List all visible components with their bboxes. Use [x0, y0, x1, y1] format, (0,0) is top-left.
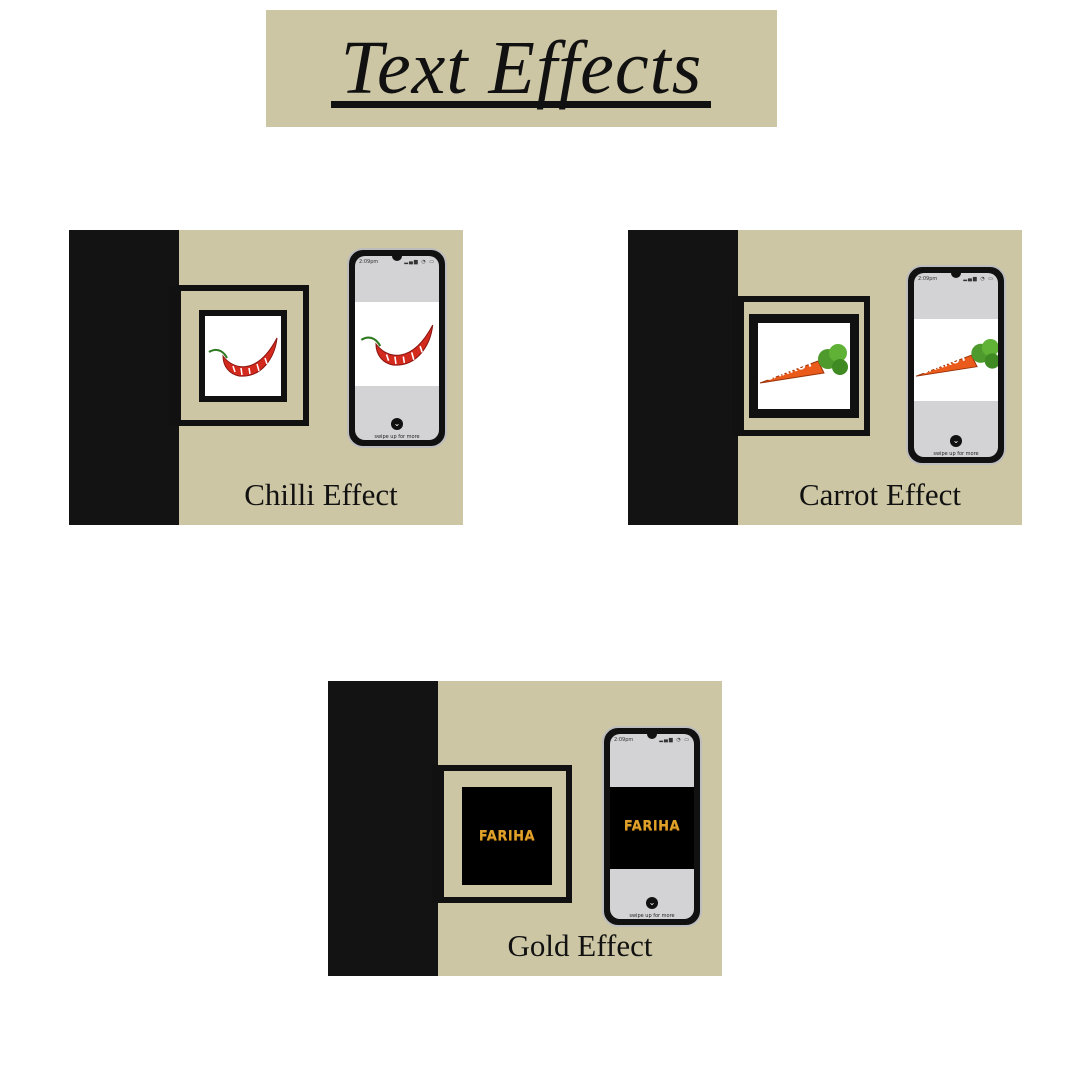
phone-screen: 2:09pm ▂▄▆ ◔ ▭ CARROT ⌄ swipe up for mor…: [914, 273, 998, 457]
artwork-canvas: FARIHA: [462, 787, 552, 885]
swipe-up-label: swipe up for more: [374, 434, 420, 440]
carrot-text: CARROT: [763, 356, 815, 384]
artwork-canvas: [199, 310, 287, 402]
phone-media: CARROT: [914, 319, 998, 401]
card-caption: Carrot Effect: [798, 477, 962, 512]
phone-mockup: 2:09pm ▂▄▆ ◔ ▭ CARROT ⌄ swipe up for mor…: [908, 267, 1004, 463]
carrot-effect-card[interactable]: CARROT 2:09pm ▂▄▆ ◔ ▭ CARROT ⌄ swipe up …: [628, 230, 1022, 525]
status-bar: 2:09pm ▂▄▆ ◔ ▭: [918, 275, 994, 283]
gold-text: FARIHA: [623, 819, 681, 834]
phone-media: [355, 302, 439, 386]
status-bar: 2:09pm ▂▄▆ ◔ ▭: [614, 736, 690, 744]
card-spine: [628, 230, 738, 525]
phone-media: FARIHA: [610, 787, 694, 869]
chevron-down-icon[interactable]: ⌄: [950, 435, 962, 447]
artwork-frame: FARIHA: [438, 765, 572, 903]
swipe-up-label: swipe up for more: [933, 451, 979, 457]
chilli-pepper-icon: [208, 337, 278, 377]
title-underline: [331, 101, 711, 108]
title-banner: Text Effects: [266, 10, 777, 127]
chilli-pepper-icon: [360, 324, 434, 366]
gold-text: FARIHA: [478, 829, 536, 844]
swipe-up-label: swipe up for more: [629, 913, 675, 919]
artwork-frame: CARROT: [738, 296, 870, 436]
status-time: 2:09pm: [918, 276, 938, 282]
carrot-icon: CARROT: [759, 344, 848, 384]
status-time: 2:09pm: [614, 737, 634, 743]
status-time: 2:09pm: [359, 259, 379, 265]
chevron-down-icon[interactable]: ⌄: [646, 897, 658, 909]
card-spine: [69, 230, 179, 525]
phone-mockup: 2:09pm ▂▄▆ ◔ ▭ FARIHA ⌄ swipe up for mor…: [604, 728, 700, 925]
card-caption: Chilli Effect: [244, 477, 398, 512]
card-caption: Gold Effect: [507, 928, 653, 963]
card-spine: [328, 681, 438, 976]
page-title: Text Effects: [340, 26, 703, 110]
artwork-canvas: CARROT: [749, 314, 859, 418]
status-icons: ▂▄▆ ◔ ▭: [404, 259, 435, 265]
carrot-text: CARROT: [919, 351, 969, 377]
status-icons: ▂▄▆ ◔ ▭: [659, 737, 690, 743]
gold-effect-card[interactable]: FARIHA 2:09pm ▂▄▆ ◔ ▭ FARIHA ⌄ swipe up …: [328, 681, 722, 976]
artwork-frame: [175, 285, 309, 426]
phone-screen: 2:09pm ▂▄▆ ◔ ▭ FARIHA ⌄ swipe up for mor…: [610, 734, 694, 919]
carrot-icon: CARROT: [915, 339, 998, 377]
chilli-effect-card[interactable]: 2:09pm ▂▄▆ ◔ ▭ ⌄ swipe up for more Chill…: [69, 230, 463, 525]
phone-mockup: 2:09pm ▂▄▆ ◔ ▭ ⌄ swipe up for more: [349, 250, 445, 446]
status-bar: 2:09pm ▂▄▆ ◔ ▭: [359, 258, 435, 266]
chevron-down-icon[interactable]: ⌄: [391, 418, 403, 430]
status-icons: ▂▄▆ ◔ ▭: [963, 276, 994, 282]
phone-screen: 2:09pm ▂▄▆ ◔ ▭ ⌄ swipe up for more: [355, 256, 439, 440]
